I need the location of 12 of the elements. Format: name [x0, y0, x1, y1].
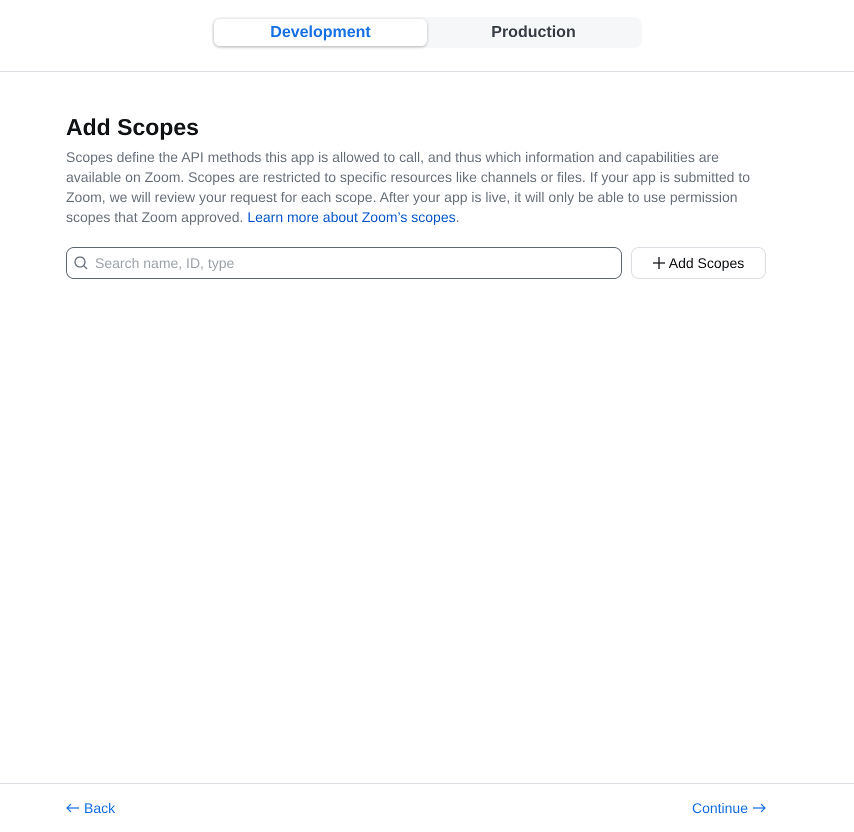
learn-more-link[interactable]: Learn more about Zoom’s scopes — [247, 209, 456, 225]
plus-icon — [652, 257, 665, 269]
right-arrow-icon — [752, 803, 766, 813]
back-link[interactable]: Back — [66, 800, 116, 816]
continue-link[interactable]: Continue — [692, 800, 766, 816]
environment-tab[interactable]: Development — [214, 19, 427, 46]
search-field[interactable]: Search name, ID, type — [66, 247, 622, 279]
left-arrow-icon — [66, 803, 80, 813]
section-title: Add Scopes — [66, 114, 200, 141]
description-text: Scopes define the API methods this app is allowed to call, and thus which information and capabilities are available on Zoom. Scopes are restricted to specific resources like channels or files. If your app is submitted to Zoom, we will review your request for each scope. After your app is live, it will only be able to use permission scopes that Zoom approved. Learn more about Zoom’s scopes. — [66, 148, 751, 227]
environment-tab[interactable]: Production — [427, 19, 640, 46]
add-scopes-button[interactable]: Add Scopes — [631, 247, 766, 279]
